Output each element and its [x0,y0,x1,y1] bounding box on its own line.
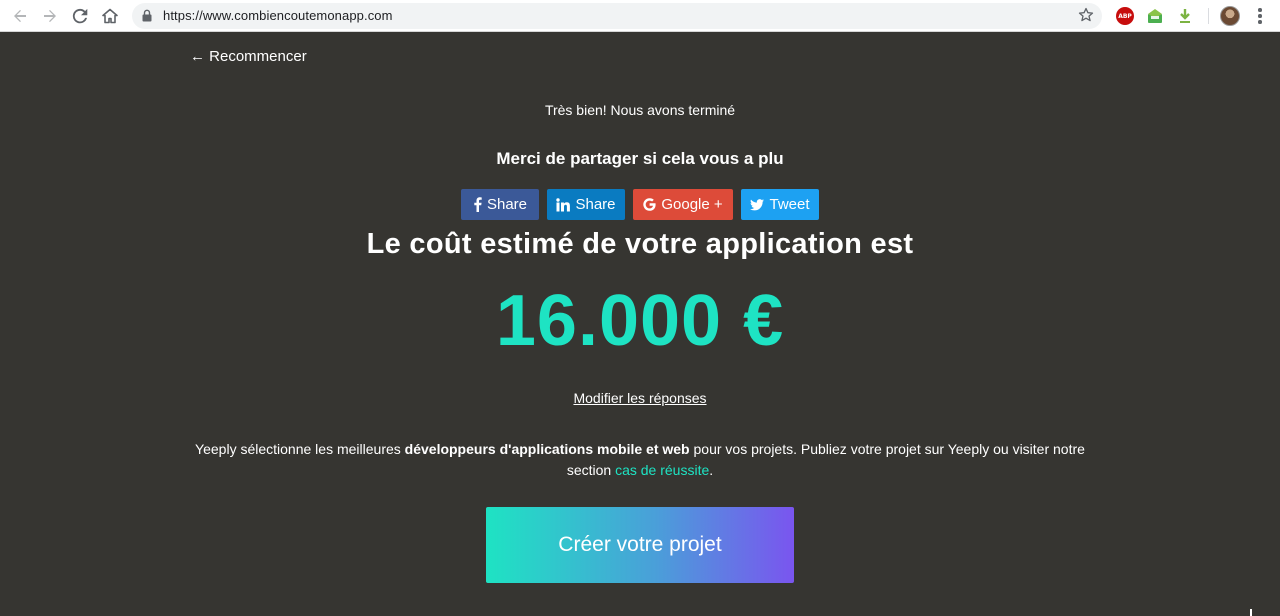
facebook-share-button[interactable]: Share [461,189,539,220]
forward-icon[interactable] [39,5,61,27]
facebook-icon [473,197,482,212]
cost-heading: Le coût estimé de votre application est [366,228,914,260]
url-text: https://www.combiencoutemonapp.com [163,8,393,23]
modify-answers-link[interactable]: Modifier les réponses [573,390,706,406]
completion-subtitle: Très bien! Nous avons terminé [544,102,736,118]
back-icon[interactable] [9,5,31,27]
inbox-extension-icon[interactable] [1146,7,1164,25]
download-extension-icon[interactable] [1176,7,1194,25]
desc-part1: Yeeply sélectionne les meilleures [195,441,405,457]
tweet-label: Tweet [769,196,810,213]
linkedin-icon [556,197,571,212]
share-label: Google + [661,196,723,213]
modify-answers-container: Modifier les réponses [0,390,1280,406]
estimated-cost-value: 16.000 € [495,281,785,361]
chrome-menu-icon[interactable] [1252,6,1268,26]
desc-part3: . [709,462,714,478]
success-cases-link[interactable]: cas de réussite [615,462,709,478]
create-project-button[interactable]: Créer votre projet [486,507,794,583]
adblock-icon[interactable]: ABP [1116,7,1134,25]
home-icon[interactable] [99,5,121,27]
address-bar[interactable]: https://www.combiencoutemonapp.com [132,3,1102,29]
restart-link[interactable]: ← Recommencer [190,48,307,65]
google-share-button[interactable]: Google + [633,189,733,220]
description-text: Yeeply sélectionne les meilleures dévelo… [190,439,1090,481]
share-label: Share [575,196,616,213]
profile-avatar[interactable] [1220,6,1240,26]
linkedin-share-button[interactable]: Share [547,189,625,220]
lock-icon [142,9,152,27]
share-label: Share [486,196,528,213]
google-icon [643,198,656,211]
share-prompt: Merci de partager si cela vous a plu [496,149,784,168]
twitter-icon [750,198,765,211]
star-icon[interactable] [1078,7,1094,28]
desc-bold: développeurs d'applications mobile et we… [404,441,690,457]
page-marker [1250,609,1252,616]
toolbar-separator [1208,8,1209,24]
reload-icon[interactable] [69,5,91,27]
browser-toolbar: https://www.combiencoutemonapp.com ABP [0,0,1280,32]
twitter-share-button[interactable]: Tweet [741,189,819,220]
